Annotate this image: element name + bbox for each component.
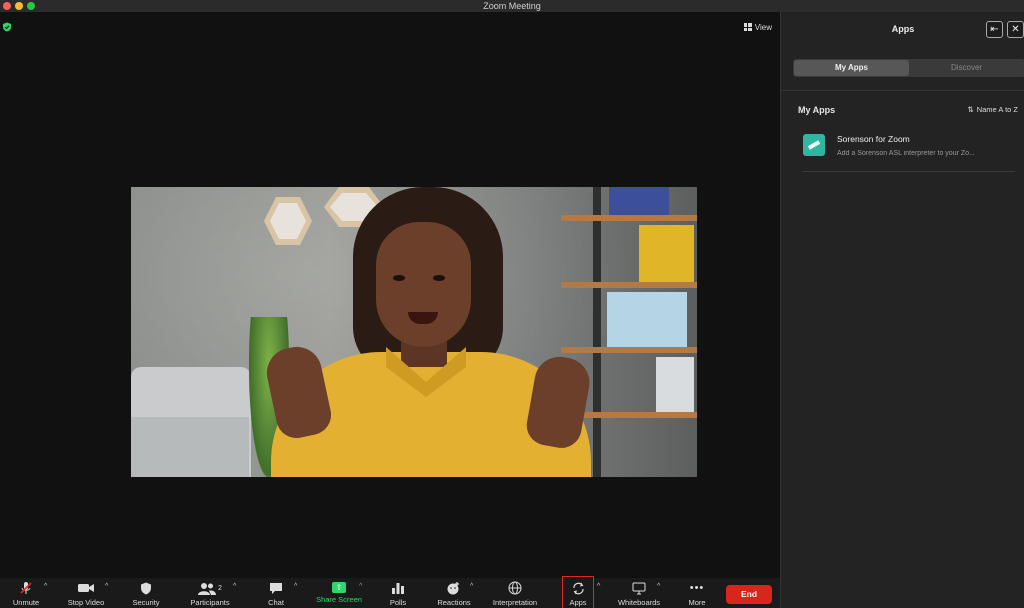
audio-options-chevron-icon[interactable]: ^ (44, 583, 47, 590)
whiteboards-options-chevron-icon[interactable]: ^ (657, 583, 660, 590)
chat-label: Chat (268, 598, 284, 607)
sorenson-icon (803, 134, 825, 156)
divider (781, 90, 1024, 91)
stop-video-button[interactable]: Stop Video (62, 578, 110, 608)
whiteboard-icon (631, 580, 647, 596)
people-icon: 2 (196, 580, 224, 596)
ellipsis-icon: ••• (689, 582, 705, 594)
view-button[interactable]: View (743, 20, 772, 34)
emoji-plus-icon (446, 580, 462, 596)
participants-button[interactable]: 2 Participants (184, 578, 236, 608)
app-name: Sorenson for Zoom (837, 134, 910, 144)
window-title: Zoom Meeting (483, 1, 541, 11)
microphone-muted-icon (18, 580, 34, 596)
sort-button[interactable]: ⇅ Name A to Z (967, 105, 1018, 114)
apps-highlight-box (562, 576, 594, 608)
popout-icon: ⇤ (990, 24, 999, 35)
more-label: More (688, 598, 706, 607)
chat-options-chevron-icon[interactable]: ^ (294, 583, 297, 590)
sort-label: Name A to Z (976, 105, 1018, 114)
interpretation-button[interactable]: Interpretation (487, 578, 543, 608)
app-description: Add a Sorenson ASL interpreter to your Z… (837, 150, 975, 157)
section-title: My Apps (798, 105, 836, 115)
participants-count: 2 (218, 584, 222, 592)
unmute-label: Unmute (12, 598, 40, 607)
apps-tab-switcher: My Apps Discover (793, 59, 1024, 77)
reactions-label: Reactions (437, 598, 471, 607)
polls-label: Polls (389, 598, 407, 607)
interpretation-label: Interpretation (492, 598, 538, 607)
chat-button[interactable]: Chat (258, 578, 294, 608)
participants-options-chevron-icon[interactable]: ^ (233, 583, 236, 590)
app-list-item[interactable]: Sorenson for Zoom Add a Sorenson ASL int… (803, 130, 1015, 172)
reactions-options-chevron-icon[interactable]: ^ (470, 583, 473, 590)
whiteboards-label: Whiteboards (617, 598, 661, 607)
participants-label: Participants (190, 598, 230, 607)
participant-video[interactable] (131, 187, 697, 477)
tab-discover[interactable]: Discover (909, 60, 1024, 76)
view-label: View (754, 22, 772, 32)
globe-icon (507, 580, 523, 596)
meeting-area: View (0, 12, 780, 578)
sort-arrows-icon: ⇅ (967, 105, 974, 114)
more-button[interactable]: ••• More (682, 578, 712, 608)
stop-video-label: Stop Video (67, 598, 105, 607)
video-camera-icon (78, 580, 94, 596)
security-button[interactable]: Security (127, 578, 165, 608)
security-label: Security (132, 598, 160, 607)
title-bar: Zoom Meeting (0, 0, 1024, 12)
unmute-button[interactable]: Unmute (7, 578, 45, 608)
share-options-chevron-icon[interactable]: ^ (359, 583, 362, 590)
shield-icon (138, 580, 154, 596)
encryption-shield-icon[interactable] (2, 22, 12, 32)
chat-bubble-icon (268, 580, 284, 596)
close-panel-button[interactable]: ✕ (1007, 21, 1024, 38)
tab-my-apps[interactable]: My Apps (794, 60, 909, 76)
end-meeting-button[interactable]: End (726, 585, 772, 604)
bar-chart-icon (390, 580, 406, 596)
grid-view-icon (743, 23, 752, 31)
meeting-toolbar: Unmute ^ Stop Video ^ Security 2 Partici… (0, 578, 780, 608)
video-options-chevron-icon[interactable]: ^ (105, 583, 108, 590)
share-screen-label: Share Screen (316, 595, 362, 604)
apps-options-chevron-icon[interactable]: ^ (597, 583, 600, 590)
share-arrow-icon: ⇧ (332, 582, 346, 593)
close-icon: ✕ (1011, 24, 1020, 35)
popout-panel-button[interactable]: ⇤ (986, 21, 1003, 38)
polls-button[interactable]: Polls (382, 578, 414, 608)
apps-panel: Apps ⇤ ✕ My Apps Discover My Apps ⇅ Name… (780, 12, 1024, 608)
